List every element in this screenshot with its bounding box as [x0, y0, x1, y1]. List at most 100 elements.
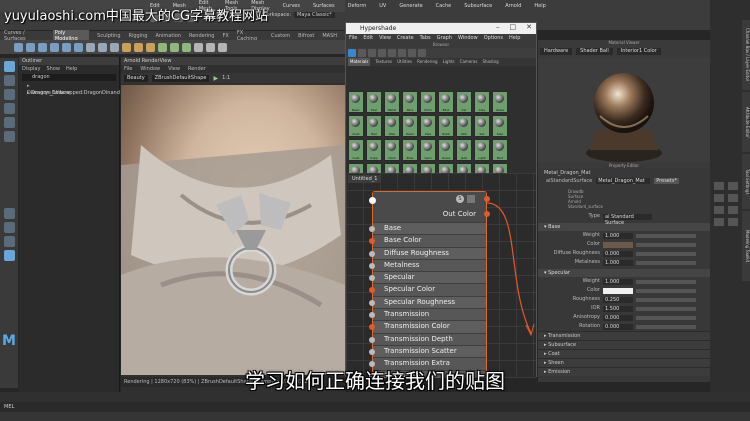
output-port-icon[interactable] [484, 196, 490, 202]
property-slider[interactable] [636, 324, 696, 329]
command-line[interactable]: MEL [0, 402, 750, 412]
node-attribute-row[interactable]: Diffuse Roughness [369, 246, 486, 259]
cone-icon[interactable] [50, 42, 59, 52]
shelf-tab[interactable]: Rendering [189, 33, 215, 39]
node-name-field[interactable]: Metal_Dragon_Mat [596, 178, 651, 184]
material-swatch[interactable]: Metal [384, 91, 400, 113]
hypershade-menu-item[interactable]: Window [458, 34, 478, 42]
hypershade-menu-item[interactable]: Edit [363, 34, 373, 42]
cylinder-icon[interactable] [38, 42, 47, 52]
single-pane-icon[interactable] [3, 208, 15, 219]
multicut-icon[interactable] [170, 42, 179, 52]
node-attribute-row[interactable]: Transmission Depth [369, 332, 486, 345]
property-value-field[interactable]: 0.000 [603, 314, 633, 321]
extrude-icon[interactable] [122, 42, 131, 52]
lasso-tool-icon[interactable] [3, 75, 15, 86]
browser-tab[interactable]: Cameras [460, 58, 478, 66]
layer-icon[interactable] [714, 218, 724, 226]
material-swatch[interactable]: Blue [402, 139, 418, 161]
outliner-menu-show[interactable]: Show [46, 66, 60, 72]
property-value-field[interactable]: 0.000 [603, 250, 633, 257]
list-icon[interactable] [358, 49, 366, 57]
clear-icon[interactable] [418, 49, 426, 57]
bevel-icon[interactable] [134, 42, 143, 52]
attribute-port-icon[interactable] [369, 275, 375, 282]
browser-tab[interactable]: Utilities [397, 58, 412, 66]
minimize-icon[interactable]: – [496, 23, 500, 31]
attribute-port-icon[interactable] [369, 299, 375, 306]
plane-icon[interactable] [62, 42, 71, 52]
property-value-field[interactable]: 1.000 [603, 278, 633, 285]
attribute-editor-tab[interactable]: Attribute Editor [742, 92, 750, 152]
hypershade-menu-item[interactable]: View [379, 34, 391, 42]
input-port-icon[interactable] [369, 197, 376, 204]
node-header[interactable]: S Out Color [369, 192, 490, 222]
property-value-field[interactable] [603, 241, 633, 248]
attribute-port-icon[interactable] [369, 238, 375, 245]
workspace-selector[interactable]: Workspace: Maya Classic* [262, 12, 335, 18]
uv-editor-icon[interactable] [194, 42, 203, 52]
node-attribute-row[interactable]: Transmission Color [369, 320, 486, 333]
property-slider[interactable] [636, 251, 696, 256]
main-menu-item[interactable]: Help [534, 3, 545, 9]
material-swatch[interactable]: Plas [420, 115, 436, 137]
sort-icon[interactable] [388, 49, 396, 57]
play-icon[interactable]: ▶ [213, 75, 218, 82]
main-menu-item[interactable]: Surfaces [313, 3, 335, 9]
property-slider[interactable] [636, 279, 696, 284]
collapsed-section-header[interactable]: ▸ Coat [538, 349, 710, 358]
node-attribute-row[interactable]: Specular Color [369, 283, 486, 296]
material-swatch[interactable]: Chrm [420, 91, 436, 113]
channel-box-tab[interactable]: Channel Box / Layer Editor [742, 20, 750, 90]
modeling-toolkit-tab[interactable]: Modeling Toolkit [742, 211, 750, 281]
layout-outliner-icon[interactable] [3, 250, 15, 261]
tool-settings-tab[interactable]: Tool Settings [742, 154, 750, 209]
move-tool-icon[interactable] [3, 103, 15, 114]
node-attribute-row[interactable]: Transmission [369, 308, 486, 321]
property-slider[interactable] [636, 233, 696, 238]
outliner-menu-help[interactable]: Help [66, 66, 77, 72]
specular-section-header[interactable]: ▾ Specular [538, 269, 710, 277]
material-swatch[interactable]: Glass [492, 91, 508, 113]
property-value-field[interactable]: 1.500 [603, 305, 633, 312]
layer-icon[interactable] [728, 182, 738, 190]
small-icons-icon[interactable] [368, 49, 376, 57]
outliner-menu-display[interactable]: Display [22, 66, 40, 72]
rotate-tool-icon[interactable] [3, 117, 15, 128]
smooth-icon[interactable] [110, 42, 119, 52]
layer-icon[interactable] [714, 206, 724, 214]
attribute-port-icon[interactable] [369, 348, 375, 355]
material-swatch[interactable]: Grass [438, 139, 454, 161]
browser-tab[interactable]: Materials [348, 58, 371, 66]
material-swatch[interactable]: Copp [366, 139, 382, 161]
material-swatch[interactable]: Slap [492, 115, 508, 137]
property-value-field[interactable]: 0.000 [603, 323, 633, 330]
paint-select-icon[interactable] [3, 89, 15, 100]
property-value-field[interactable]: 1.000 [603, 259, 633, 266]
ratio-label[interactable]: 1:1 [222, 75, 230, 81]
property-value-field[interactable]: 0.250 [603, 296, 633, 303]
collapsed-section-header[interactable]: ▸ Subsurface [538, 340, 710, 349]
target-weld-icon[interactable] [182, 42, 191, 52]
attribute-port-icon[interactable] [369, 312, 375, 319]
shelf-tab[interactable]: FX [223, 33, 229, 39]
material-swatch[interactable]: Rubb [438, 115, 454, 137]
rv-menu-window[interactable]: Window [140, 65, 160, 73]
workspace-value[interactable]: Maya Classic* [294, 12, 335, 18]
material-swatch[interactable]: Mud [492, 139, 508, 161]
main-menu-item[interactable]: Deform [348, 3, 367, 9]
material-swatch[interactable]: Clay [474, 91, 490, 113]
material-swatch[interactable]: Jade [456, 139, 472, 161]
property-slider[interactable] [636, 315, 696, 320]
separate-icon[interactable] [98, 42, 107, 52]
layer-icon[interactable] [728, 206, 738, 214]
material-swatch[interactable]: Basic [348, 91, 364, 113]
hypershade-menu-item[interactable]: File [349, 34, 357, 42]
hypershade-menu-item[interactable]: Tabs [420, 34, 431, 42]
node-attribute-row[interactable]: Base [369, 222, 486, 235]
property-value-field[interactable]: 1.000 [603, 232, 633, 239]
shader-ball-view[interactable] [538, 58, 710, 168]
browser-tab[interactable]: Lights [443, 58, 455, 66]
property-slider[interactable] [636, 306, 696, 311]
renderer-select[interactable]: Hardware [540, 47, 573, 55]
